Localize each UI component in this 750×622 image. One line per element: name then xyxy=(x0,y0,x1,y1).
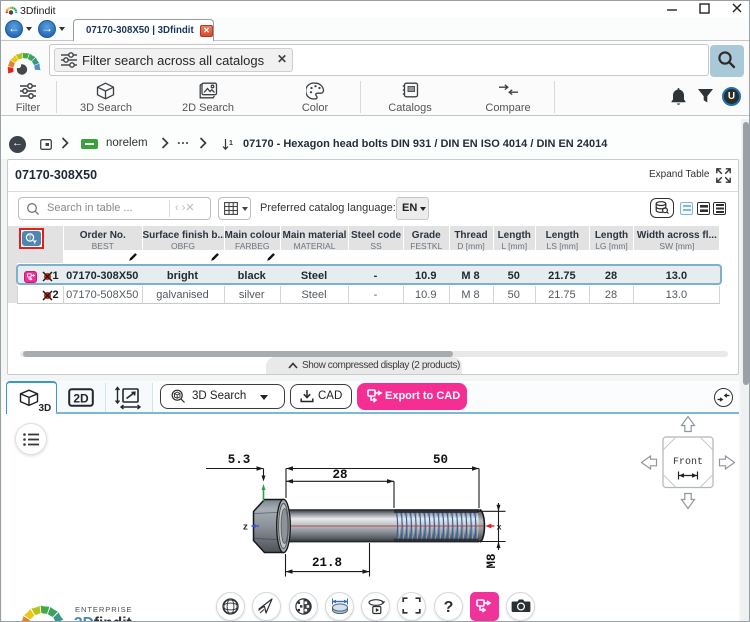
svg-text:x: x xyxy=(496,523,501,533)
svg-text:Front: Front xyxy=(673,457,703,468)
svg-text:50: 50 xyxy=(433,453,448,467)
svg-text:3D: 3D xyxy=(39,403,52,413)
svg-text:ENTERPRISE: ENTERPRISE xyxy=(75,605,133,614)
svg-text:5.3: 5.3 xyxy=(228,453,251,467)
svg-text:2D: 2D xyxy=(73,392,89,406)
svg-text:28: 28 xyxy=(332,468,347,482)
svg-text:?: ? xyxy=(443,599,453,616)
svg-text:M8: M8 xyxy=(485,553,499,568)
svg-text:1: 1 xyxy=(229,140,233,147)
svg-text:z: z xyxy=(243,523,248,533)
svg-text:21.8: 21.8 xyxy=(312,556,342,570)
svg-text:3Dfindit: 3Dfindit xyxy=(74,615,132,621)
